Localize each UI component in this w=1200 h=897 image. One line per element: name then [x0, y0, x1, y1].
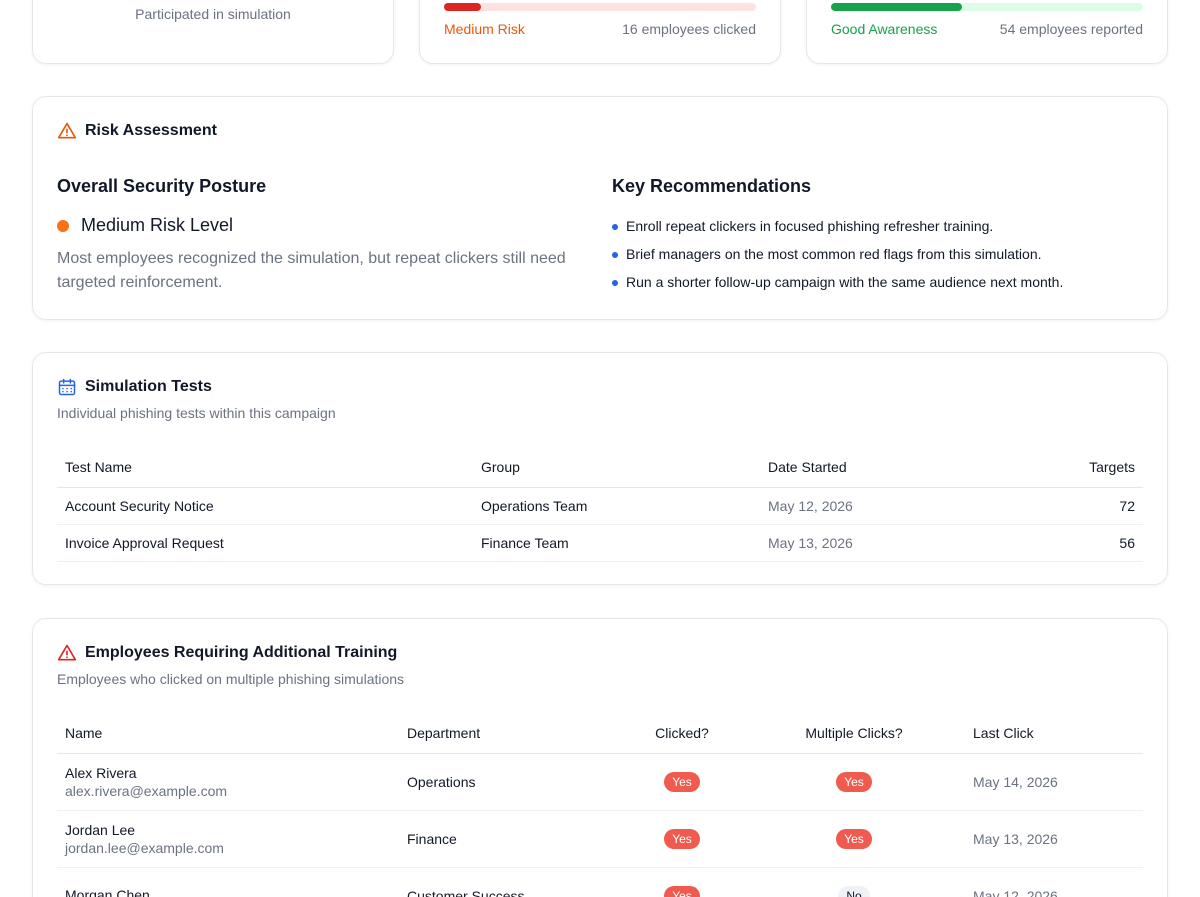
risk-assessment-title: Risk Assessment [85, 122, 217, 139]
column-header: Last Click [965, 713, 1143, 754]
column-header: Targets [1010, 447, 1143, 488]
simulation-tests-header: Simulation Tests [57, 377, 212, 397]
reporting-count: 54 employees reported [999, 21, 1143, 37]
calendar-icon [58, 378, 76, 396]
recommendation-item: Enroll repeat clickers in focused phishi… [612, 212, 1063, 240]
risk-assessment-card: Risk Assessment Overall Security Posture… [32, 96, 1168, 320]
table-row[interactable]: Jordan Lee jordan.lee@example.com Financ… [57, 810, 1143, 868]
table-row[interactable]: Account Security Notice Operations Team … [57, 487, 1143, 525]
test-date: May 12, 2026 [760, 487, 1010, 525]
risk-assessment-header: Risk Assessment [57, 121, 217, 141]
employee-department: Operations [399, 753, 621, 811]
simulation-tests-title: Simulation Tests [85, 378, 212, 395]
recommendations-list: Enroll repeat clickers in focused phishi… [612, 212, 1063, 296]
multiple-clicks-badge: Yes [836, 828, 872, 849]
training-header: Employees Requiring Additional Training [57, 643, 397, 663]
clicked-badge: Yes [664, 828, 700, 849]
column-header: Group [473, 447, 760, 488]
recommendation-item: Run a shorter follow-up campaign with th… [612, 268, 1063, 296]
posture-heading: Overall Security Posture [57, 176, 267, 196]
test-name: Account Security Notice [57, 487, 473, 525]
risk-level-label: Medium Risk Level [81, 215, 234, 235]
employee-email: jordan.lee@example.com [65, 839, 224, 856]
employee-department: Finance [399, 810, 621, 868]
column-header: Test Name [57, 447, 473, 488]
recommendations-heading: Key Recommendations [612, 176, 812, 196]
multiple-clicks-badge: No [838, 885, 870, 897]
test-targets: 56 [1010, 524, 1143, 562]
clicked-badge: Yes [664, 771, 700, 792]
test-date: May 13, 2026 [760, 524, 1010, 562]
employee-cell: Jordan Lee jordan.lee@example.com [57, 810, 399, 868]
participation-subtitle: Participated in simulation [135, 6, 291, 22]
test-group: Finance Team [473, 524, 760, 562]
training-card: Employees Requiring Additional Training … [32, 618, 1168, 897]
click-rate-count: 16 employees clicked [622, 21, 756, 37]
reporting-label: Good Awareness [831, 21, 938, 37]
simulation-tests-table: Test Name Group Date Started Targets Acc… [57, 447, 1143, 562]
reporting-progress [831, 3, 1143, 11]
column-header: Date Started [760, 447, 1010, 488]
risk-level: Medium Risk Level [57, 215, 233, 236]
training-title: Employees Requiring Additional Training [85, 644, 398, 661]
table-row[interactable]: Morgan Chen Customer Success Yes No May … [57, 867, 1143, 897]
test-group: Operations Team [473, 487, 760, 525]
table-row[interactable]: Invoice Approval Request Finance Team Ma… [57, 524, 1143, 562]
participation-card: Participated in simulation [32, 0, 394, 64]
warning-triangle-icon [57, 122, 77, 139]
simulation-tests-card: Simulation Tests Individual phishing tes… [32, 352, 1168, 585]
training-subtitle: Employees who clicked on multiple phishi… [57, 671, 405, 687]
simulation-tests-subtitle: Individual phishing tests within this ca… [57, 405, 336, 421]
risk-level-dot [57, 219, 69, 232]
table-header-row: Test Name Group Date Started Targets [57, 447, 1143, 488]
employee-cell: Alex Rivera alex.rivera@example.com [57, 753, 399, 811]
last-click-date: May 12, 2026 [965, 867, 1143, 897]
posture-description: Most employees recognized the simulation… [57, 250, 566, 291]
employee-cell: Morgan Chen [57, 867, 399, 897]
column-header: Name [57, 713, 399, 754]
click-rate-label: Medium Risk [444, 21, 525, 37]
employee-name: Alex Rivera [65, 764, 137, 781]
table-header-row: Name Department Clicked? Multiple Clicks… [57, 713, 1143, 754]
last-click-date: May 13, 2026 [965, 810, 1143, 868]
reporting-card: Good Awareness 54 employees reported [806, 0, 1168, 64]
recommendation-item: Brief managers on the most common red fl… [612, 240, 1063, 268]
multiple-clicks-badge: Yes [836, 771, 872, 792]
reporting-progress-fill [831, 3, 963, 11]
employee-name: Morgan Chen [65, 886, 150, 897]
employee-department: Customer Success [399, 867, 621, 897]
test-targets: 72 [1010, 487, 1143, 525]
employee-name: Jordan Lee [65, 821, 136, 838]
last-click-date: May 14, 2026 [965, 753, 1143, 811]
column-header: Department [399, 713, 621, 754]
training-table: Name Department Clicked? Multiple Clicks… [57, 713, 1143, 897]
click-rate-progress [444, 3, 756, 11]
click-rate-progress-fill [444, 3, 482, 11]
column-header: Multiple Clicks? [743, 713, 965, 754]
column-header: Clicked? [621, 713, 743, 754]
alert-triangle-icon [57, 644, 77, 661]
employee-email: alex.rivera@example.com [65, 782, 228, 799]
clicked-badge: Yes [664, 885, 700, 897]
test-name: Invoice Approval Request [57, 524, 473, 562]
click-rate-card: Medium Risk 16 employees clicked [419, 0, 781, 64]
table-row[interactable]: Alex Rivera alex.rivera@example.com Oper… [57, 753, 1143, 811]
